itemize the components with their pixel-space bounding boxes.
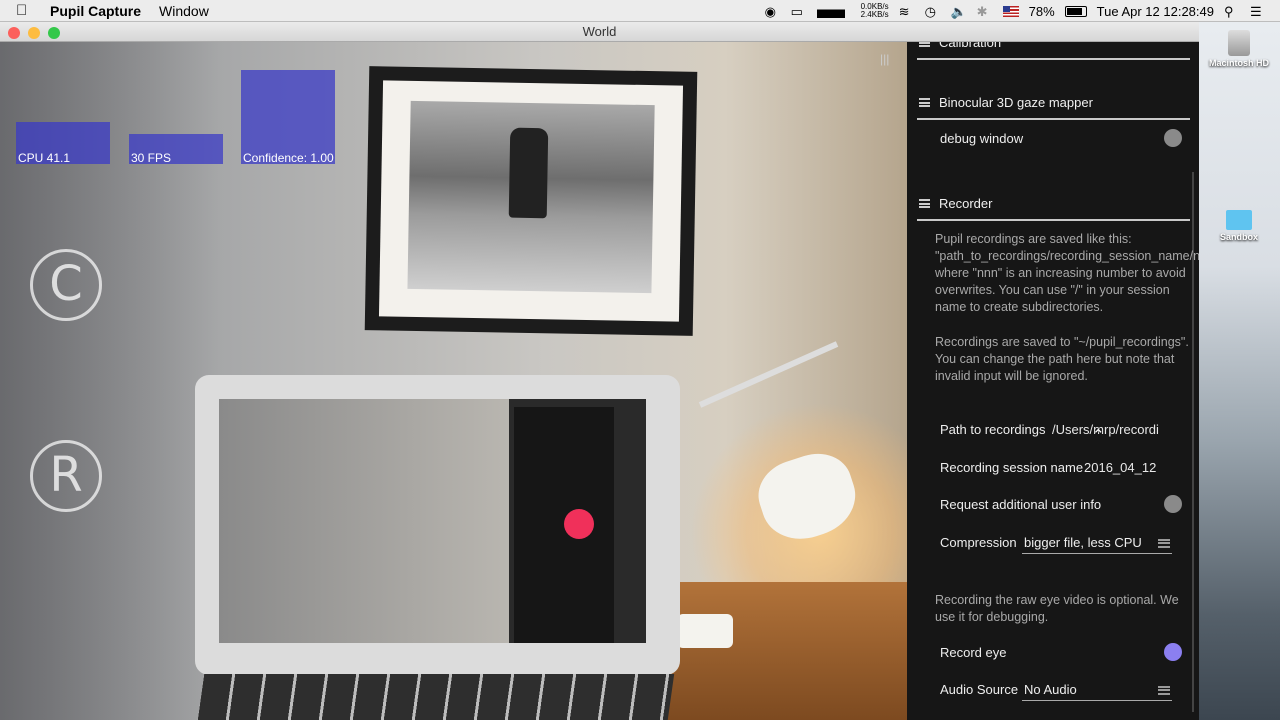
laptop-keyboard — [195, 674, 675, 720]
dropdown-arrow-icon — [1158, 686, 1170, 695]
status-area: ◉ ▭ 0.0KB/s 2.4KB/s ≋ ◷ 🔈 ✱ 78% Tue Apr 1… — [765, 0, 1280, 22]
user-info-label: Request additional user info — [940, 497, 1102, 512]
clock[interactable]: Tue Apr 12 12:28:49 — [1097, 4, 1214, 19]
hard-drive-icon — [1228, 30, 1250, 56]
sandbox-desktop-icon[interactable]: Sandbox — [1199, 206, 1279, 242]
copyright-marker-letter: C — [49, 256, 83, 312]
display-icon[interactable]: ▭ — [791, 4, 807, 19]
fps-label: 30 FPS — [131, 151, 172, 165]
user-info-toggle[interactable] — [1164, 495, 1182, 513]
folder-icon — [1226, 210, 1252, 230]
mouse-cursor-icon: ⌃ — [1092, 427, 1105, 444]
compression-value: bigger file, less CPU — [1024, 535, 1142, 550]
gaze-mapper-section-header[interactable]: Binocular 3D gaze mapper — [917, 86, 1190, 120]
registered-marker-letter: R — [49, 447, 83, 503]
app-menu[interactable]: Pupil Capture — [50, 3, 141, 19]
audio-source-select[interactable]: No Audio — [1022, 679, 1172, 701]
macintosh-hd-desktop-icon[interactable]: Macintosh HD — [1199, 26, 1279, 68]
laptop-screen-world-view — [219, 399, 509, 643]
confidence-label: Confidence: 1.00 — [243, 151, 334, 165]
network-speed: 0.0KB/s 2.4KB/s — [855, 3, 889, 19]
battery-icon[interactable] — [1064, 5, 1087, 17]
sidebar-resize-handle-icon[interactable]: ||| — [880, 52, 894, 66]
net-down: 2.4KB/s — [860, 10, 889, 19]
cpu-label: CPU 41.1 — [18, 151, 71, 165]
registered-marker: R — [30, 440, 102, 512]
fps-graph: 30 FPS — [129, 70, 223, 165]
path-row: Path to recordings /Users/mrp/recordi — [940, 422, 1190, 437]
lamp-base — [677, 614, 733, 648]
settings-sidebar: Calibration Binocular 3D gaze mapper deb… — [907, 42, 1199, 720]
laptop-screen — [219, 399, 646, 643]
photo-image — [407, 100, 655, 294]
session-name-row: Recording session name 2016_04_12 — [940, 460, 1190, 475]
gaze-mapper-title: Binocular 3D gaze mapper — [939, 95, 1093, 110]
desktop: Macintosh HD Sandbox — [1199, 22, 1280, 720]
menu-bar:  Pupil Capture Window ◉ ▭ 0.0KB/s2.4KB/… — [0, 0, 1280, 22]
bluetooth-icon[interactable]: ✱ — [977, 4, 993, 19]
recorder-title: Recorder — [939, 196, 993, 211]
lamp-arm — [698, 341, 839, 408]
debug-window-toggle[interactable] — [1164, 129, 1182, 147]
calibration-title: Calibration — [939, 42, 1002, 50]
activity-graph-icon[interactable] — [816, 4, 845, 18]
debug-window-label: debug window — [940, 131, 1024, 146]
volume-icon[interactable]: 🔈 — [951, 4, 967, 19]
apple-icon[interactable]:  — [16, 2, 38, 19]
photo-figure — [508, 127, 549, 219]
laptop — [195, 375, 680, 675]
record-eye-label: Record eye — [940, 645, 1007, 660]
close-button[interactable] — [8, 27, 20, 39]
session-name-input[interactable]: 2016_04_12 — [1084, 460, 1156, 475]
minimize-button[interactable] — [28, 27, 40, 39]
menu-handle-icon[interactable] — [919, 98, 930, 107]
audio-source-label: Audio Source — [940, 682, 1019, 697]
recorder-section-header[interactable]: Recorder — [917, 187, 1190, 221]
copyright-marker: C — [30, 249, 102, 321]
debug-window-row: debug window — [940, 129, 1190, 147]
recordings-path-description: Recordings are saved to "~/pupil_recordi… — [935, 335, 1189, 383]
world-camera-view[interactable]: CPU 41.1 30 FPS Confidence: 1.00 C R ||| — [0, 42, 907, 720]
record-icon[interactable]: ◉ — [765, 4, 781, 19]
dropdown-arrow-icon — [1158, 539, 1170, 548]
confidence-graph: Confidence: 1.00 — [241, 70, 335, 165]
window-titlebar[interactable]: World — [0, 22, 1199, 42]
menu-handle-icon[interactable] — [919, 42, 930, 47]
user-info-row: Request additional user info — [940, 495, 1190, 513]
framed-photo — [364, 66, 698, 336]
compression-label: Compression — [940, 535, 1017, 550]
audio-source-row: Audio Source No Audio — [940, 682, 1190, 701]
recording-indicator-dot — [564, 509, 594, 539]
path-input[interactable]: /Users/mrp/recordi — [1052, 422, 1159, 437]
time-machine-icon[interactable]: ◷ — [925, 4, 941, 19]
sandbox-label: Sandbox — [1219, 232, 1258, 242]
battery-percent: 78% — [1028, 3, 1055, 19]
audio-source-value: No Audio — [1024, 682, 1077, 697]
notification-center-icon[interactable]: ☰ — [1250, 4, 1266, 19]
photo-mat — [378, 80, 684, 322]
zoom-button[interactable] — [48, 27, 60, 39]
raw-eye-description: Recording the raw eye video is optional.… — [935, 593, 1179, 624]
side-table — [660, 582, 907, 720]
record-eye-row: Record eye — [940, 643, 1190, 661]
confidence-graph-bars — [241, 70, 335, 164]
menu-handle-icon[interactable] — [919, 199, 930, 208]
macintosh-hd-label: Macintosh HD — [1208, 58, 1269, 68]
window-title: World — [582, 24, 617, 39]
world-window: World CPU 41.1 30 FPS Confidence: 1.00 C… — [0, 22, 1199, 720]
cpu-graph: CPU 41.1 — [16, 70, 110, 165]
recorder-description: Pupil recordings are saved like this: "p… — [935, 232, 1199, 314]
record-eye-toggle[interactable] — [1164, 643, 1182, 661]
spotlight-search-icon[interactable]: ⚲ — [1224, 4, 1240, 19]
path-label: Path to recordings — [940, 422, 1046, 437]
session-name-label: Recording session name — [940, 460, 1084, 475]
compression-select[interactable]: bigger file, less CPU — [1022, 532, 1172, 554]
window-menu[interactable]: Window — [159, 3, 209, 19]
input-source-flag-icon[interactable] — [1002, 5, 1019, 17]
wifi-icon[interactable]: ≋ — [899, 4, 915, 19]
compression-row: Compression bigger file, less CPU — [940, 535, 1190, 554]
calibration-section-header[interactable]: Calibration — [917, 42, 1190, 60]
